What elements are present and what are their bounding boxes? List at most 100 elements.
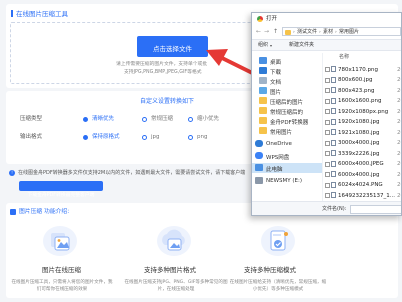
file-row[interactable]: 1920x1080px.png 2021/	[323, 107, 401, 116]
nav-item-desktop[interactable]: 桌面	[252, 56, 322, 66]
file-name: 3339x2226.jpg	[338, 150, 380, 157]
file-open-dialog: 打开 ← → ↑ › 测试文件 › 素材 › 常用图片 组织 ▾ 新建文件夹 桌…	[251, 12, 402, 216]
file-date: 2021/	[397, 119, 401, 125]
file-date: 2022/	[397, 192, 401, 199]
file-row[interactable]: 6024x4024.PNG 2021/	[323, 181, 401, 190]
file-row[interactable]: 800x423.png 2021/	[323, 86, 401, 95]
file-checkbox[interactable]	[325, 109, 330, 114]
nav-item-this-pc[interactable]: 此电脑	[252, 163, 322, 173]
nav-item-newsmy[interactable]: NEWSMY (E:)	[252, 176, 322, 186]
file-checkbox[interactable]	[325, 140, 330, 146]
file-checkbox[interactable]	[325, 182, 330, 188]
image-file-icon	[331, 160, 336, 167]
file-row[interactable]: 1649232235137_1...2022/	[323, 191, 401, 200]
file-date: 2021/	[397, 98, 401, 104]
document-icon	[259, 77, 267, 84]
file-date: 2021/	[397, 87, 401, 94]
chrome-icon	[257, 16, 263, 22]
image-file-icon	[331, 192, 336, 198]
file-checkbox[interactable]	[325, 88, 330, 93]
file-row[interactable]: 3339x2226.jpg 2021/	[323, 149, 401, 158]
file-checkbox[interactable]	[325, 172, 330, 177]
image-file-icon	[331, 97, 336, 104]
nav-item-wps[interactable]: WPS网盘	[252, 151, 322, 161]
file-date: 2021/	[397, 171, 401, 178]
nav-item-pictures[interactable]: 图片	[252, 86, 322, 96]
image-file-icon	[331, 118, 336, 125]
file-checkbox[interactable]	[325, 151, 330, 156]
file-row[interactable]: 800x600.jpg 2021/	[323, 76, 401, 85]
breadcrumb[interactable]: › 测试文件 › 素材 › 常用图片	[282, 27, 401, 36]
new-folder-button[interactable]: 新建文件夹	[289, 43, 314, 48]
folder-icon	[285, 29, 291, 35]
nav-item-normal-compressed[interactable]: 常规压缩后的	[252, 106, 322, 116]
breadcrumb-sep-icon: ›	[293, 29, 295, 35]
folder-icon	[259, 97, 267, 104]
drive-icon	[255, 177, 263, 184]
nav-item-common-images[interactable]: 常用图片	[252, 126, 322, 136]
file-date: 2021/	[397, 161, 401, 167]
nav-item-converter[interactable]: 金舟PDF转换器	[252, 116, 322, 126]
file-checkbox[interactable]	[325, 98, 330, 104]
picture-icon	[259, 87, 267, 94]
file-checkbox[interactable]	[325, 161, 330, 167]
file-row[interactable]: 3000x4000.jpg 2021/	[323, 139, 401, 148]
file-date: 2021/	[397, 182, 401, 188]
filename-input[interactable]	[350, 205, 401, 214]
file-date: 2021/	[397, 150, 401, 157]
computer-icon	[255, 164, 263, 171]
file-row[interactable]: 1600x1600.png 2021/	[323, 97, 401, 106]
image-file-icon	[331, 66, 336, 72]
file-checkbox[interactable]	[325, 77, 330, 83]
image-file-icon	[331, 139, 336, 146]
file-checkbox[interactable]	[325, 193, 330, 198]
nav-item-onedrive[interactable]: OneDrive	[252, 139, 322, 149]
file-row[interactable]: 6000x4000.jpg 2021/	[323, 170, 401, 179]
breadcrumb-item-0[interactable]: 测试文件	[297, 29, 317, 35]
file-name: 6024x4024.PNG	[338, 182, 383, 188]
image-file-icon	[331, 129, 336, 135]
dialog-title: 打开	[266, 15, 278, 22]
cloud-icon	[255, 140, 263, 147]
breadcrumb-sep-icon: ›	[335, 29, 337, 35]
file-row[interactable]: 1920x1080.jpg 2021/	[323, 118, 401, 127]
file-date: 2021/	[397, 129, 401, 136]
file-name: 6000x4000.JPEG	[338, 161, 384, 167]
nav-pane: 桌面 下载 文档 图片 压缩后的图片 常规压缩后的 金舟PDF转换器 常用图片	[252, 53, 322, 201]
file-list: 名称 780x1170.png 2021/800x600.jpg 2021/800x…	[322, 53, 401, 201]
breadcrumb-sep-icon: ›	[319, 29, 321, 35]
name-column-header[interactable]: 名称	[339, 55, 349, 60]
filename-label: 文件名(N):	[322, 206, 347, 212]
file-date: 2021/	[397, 66, 401, 73]
forward-icon[interactable]: →	[264, 28, 269, 35]
file-name: 1600x1600.png	[338, 98, 382, 104]
breadcrumb-item-2[interactable]: 常用图片	[339, 29, 359, 35]
file-name: 800x600.jpg	[338, 77, 373, 83]
folder-icon	[259, 127, 267, 134]
back-icon[interactable]: ←	[256, 28, 261, 35]
file-row[interactable]: 1921x1080.jpg 2021/	[323, 128, 401, 137]
organize-button[interactable]: 组织	[258, 43, 268, 48]
up-icon[interactable]: ↑	[273, 28, 278, 35]
image-file-icon	[331, 76, 336, 83]
file-date: 2021/	[397, 140, 401, 146]
nav-item-downloads[interactable]: 下载	[252, 66, 322, 76]
image-file-icon	[331, 108, 336, 114]
breadcrumb-item-1[interactable]: 素材	[323, 29, 333, 35]
file-row[interactable]: 6000x4000.JPEG 2021/	[323, 160, 401, 169]
nav-item-compressed[interactable]: 压缩后的图片	[252, 96, 322, 106]
file-checkbox[interactable]	[325, 119, 330, 125]
dialog-toolbar: 组织 ▾ 新建文件夹	[252, 39, 401, 51]
file-date: 2021/	[397, 108, 401, 115]
folder-icon	[259, 107, 267, 114]
cloud-icon	[255, 152, 263, 159]
file-row[interactable]: 780x1170.png 2021/	[323, 65, 401, 74]
file-checkbox[interactable]	[325, 130, 330, 135]
image-file-icon	[331, 181, 336, 188]
folder-icon	[259, 117, 267, 124]
file-name: 780x1170.png	[338, 66, 378, 73]
download-icon	[259, 67, 267, 74]
file-checkbox[interactable]	[325, 67, 330, 72]
nav-item-documents[interactable]: 文档	[252, 76, 322, 86]
file-name: 1920x1080.jpg	[338, 119, 380, 125]
